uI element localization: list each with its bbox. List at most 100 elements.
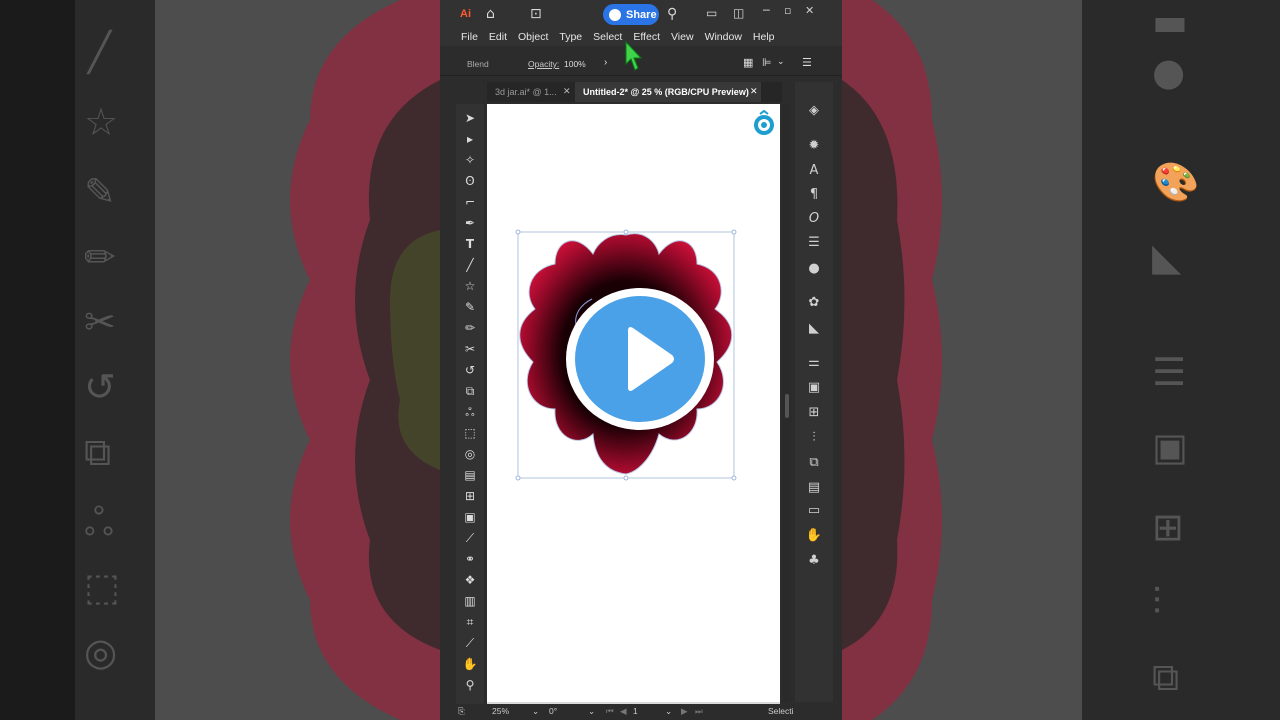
direct-selection-icon[interactable]: ▸ (462, 131, 478, 147)
align-icon[interactable]: ⫶ (805, 429, 823, 447)
slice-icon[interactable]: ⟋ (462, 635, 478, 651)
menu-window[interactable]: Window (705, 28, 742, 46)
chevron-right-icon[interactable]: › (604, 57, 607, 68)
layers-icon[interactable]: ◈ (805, 102, 823, 120)
panel-toggle-icon[interactable]: ◫ (733, 6, 744, 20)
menu-object[interactable]: Object (518, 28, 548, 46)
hand-icon[interactable]: ✋ (462, 656, 478, 672)
curvature-icon[interactable]: ⌐ (462, 194, 478, 210)
menu-help[interactable]: Help (753, 28, 775, 46)
first-artboard-icon[interactable]: ⏮ (606, 706, 614, 717)
warp-icon[interactable]: ஃ (462, 404, 478, 420)
tab-label: Untitled-2* @ 25 % (RGB/CPU Preview) (583, 87, 749, 97)
pencil-icon[interactable]: ✏ (462, 320, 478, 336)
rotation-value[interactable]: 0° (549, 706, 557, 716)
artboards-icon: ▣ (1152, 425, 1188, 469)
stroke-icon[interactable]: ☰ (805, 234, 823, 252)
transform-icon[interactable]: ⊞ (805, 404, 823, 422)
arrange-documents-icon[interactable]: ⊡ (530, 6, 542, 22)
chevron-down-icon[interactable]: ⌄ (532, 706, 539, 717)
swatches-icon[interactable]: ◣ (805, 320, 823, 338)
gradient-panel-icon[interactable]: ▤ (805, 479, 823, 497)
artboards-icon[interactable]: ▣ (805, 379, 823, 397)
share-button[interactable]: Share (603, 4, 659, 25)
transparency-icon[interactable]: ● (805, 260, 823, 278)
export-icon[interactable]: ⎘ (458, 706, 465, 717)
title-bar: Ai ⌂ ⊡ Share ⚲ ▭ ◫ ─ ▫ ✕ (440, 0, 842, 28)
eyedropper-icon[interactable]: ⟋ (462, 530, 478, 546)
menu-lines-icon[interactable]: ☰ (802, 56, 812, 69)
gradient-icon[interactable]: ▣ (462, 509, 478, 525)
maximize-icon[interactable]: ▫ (784, 4, 791, 17)
character-icon[interactable]: A (805, 162, 823, 180)
previous-artboard-icon[interactable]: ◀ (620, 706, 627, 717)
chevron-down-icon[interactable]: ⌄ (665, 706, 672, 717)
symbols-icon[interactable]: ♣ (805, 552, 823, 570)
search-icon[interactable]: ⚲ (667, 6, 677, 22)
selection-mode-label: Blend (467, 59, 489, 69)
cloud-sync-icon[interactable] (752, 110, 776, 136)
tab-untitled-2[interactable]: Untitled-2* @ 25 % (RGB/CPU Preview) (575, 82, 761, 102)
scrollbar-thumb[interactable] (785, 394, 789, 418)
paintbrush-icon[interactable]: ✎ (462, 299, 478, 315)
opacity-label[interactable]: Opacity: (528, 59, 559, 69)
paragraph-icon[interactable]: ¶ (805, 186, 823, 204)
document-tabs: 3d jar.ai* @ 1... ✕ Untitled-2* @ 25 % (… (487, 82, 782, 102)
appearance-icon: ● (1152, 50, 1186, 94)
pen-icon[interactable]: ✒ (462, 215, 478, 231)
chevron-down-icon[interactable]: ⌄ (588, 706, 595, 717)
artboard-number[interactable]: 1 (633, 706, 638, 716)
type-icon[interactable]: T (462, 236, 478, 252)
artboard-icon[interactable]: ⌗ (462, 614, 478, 630)
blend-icon[interactable]: ⚭ (462, 551, 478, 567)
menu-type[interactable]: Type (559, 28, 582, 46)
free-transform-icon: ⬚ (84, 565, 120, 609)
magic-wand-icon[interactable]: ✧ (462, 152, 478, 168)
image-trace-icon[interactable]: ▭ (805, 502, 823, 520)
chevron-down-icon[interactable]: ⌄ (777, 56, 785, 67)
free-transform-icon[interactable]: ⬚ (462, 425, 478, 441)
current-tool-label: Selecti (768, 706, 794, 716)
close-icon[interactable]: ✕ (805, 4, 814, 17)
menu-edit[interactable]: Edit (489, 28, 507, 46)
vertical-scrollbar[interactable] (783, 104, 791, 702)
home-icon[interactable]: ⌂ (486, 6, 495, 22)
scissors-icon[interactable]: ✂ (462, 341, 478, 357)
puppet-icon[interactable]: ✋ (805, 527, 823, 545)
menu-select[interactable]: Select (593, 28, 622, 46)
appearance-icon[interactable]: ✹ (805, 137, 823, 155)
rotate-icon[interactable]: ↺ (462, 362, 478, 378)
opacity-value[interactable]: 100% (564, 59, 586, 69)
menu-view[interactable]: View (671, 28, 694, 46)
symbol-sprayer-icon[interactable]: ❖ (462, 572, 478, 588)
video-play-button[interactable] (566, 288, 714, 430)
color-guide-icon: 🎨 (1152, 160, 1200, 204)
zoom-icon[interactable]: ⚲ (462, 677, 478, 693)
pathfinder-icon[interactable]: ⧉ (805, 454, 823, 472)
line-icon[interactable]: ╱ (462, 257, 478, 273)
close-icon[interactable]: ✕ (750, 86, 758, 97)
perspective-icon[interactable]: ▤ (462, 467, 478, 483)
color-guide-icon[interactable]: ✿ (805, 294, 823, 312)
workspace-icon[interactable]: ▭ (706, 6, 717, 20)
scale-icon[interactable]: ⧉ (462, 383, 478, 399)
pencil-icon: ✏ (84, 235, 116, 279)
last-artboard-icon[interactable]: ⏭ (695, 706, 703, 717)
shape-builder-icon[interactable]: ◎ (462, 446, 478, 462)
scale-icon: ⧉ (84, 430, 112, 474)
menu-file[interactable]: File (461, 28, 478, 46)
opentype-icon[interactable]: O (805, 210, 823, 228)
zoom-level[interactable]: 25% (492, 706, 509, 716)
align-options-icon[interactable]: ⊫ (762, 56, 772, 69)
minimize-icon[interactable]: ─ (763, 4, 770, 17)
next-artboard-icon[interactable]: ▶ (681, 706, 688, 717)
tab-3d-jar[interactable]: 3d jar.ai* @ 1... (487, 82, 575, 102)
lasso-icon[interactable]: ʘ (462, 173, 478, 189)
close-icon[interactable]: ✕ (563, 86, 571, 97)
column-graph-icon[interactable]: ▥ (462, 593, 478, 609)
selection-icon[interactable]: ➤ (462, 110, 478, 126)
properties-icon[interactable]: ⚌ (805, 354, 823, 372)
mesh-icon[interactable]: ⊞ (462, 488, 478, 504)
star-icon[interactable]: ☆ (462, 278, 478, 294)
grid-icon[interactable]: ▦ (743, 56, 753, 69)
